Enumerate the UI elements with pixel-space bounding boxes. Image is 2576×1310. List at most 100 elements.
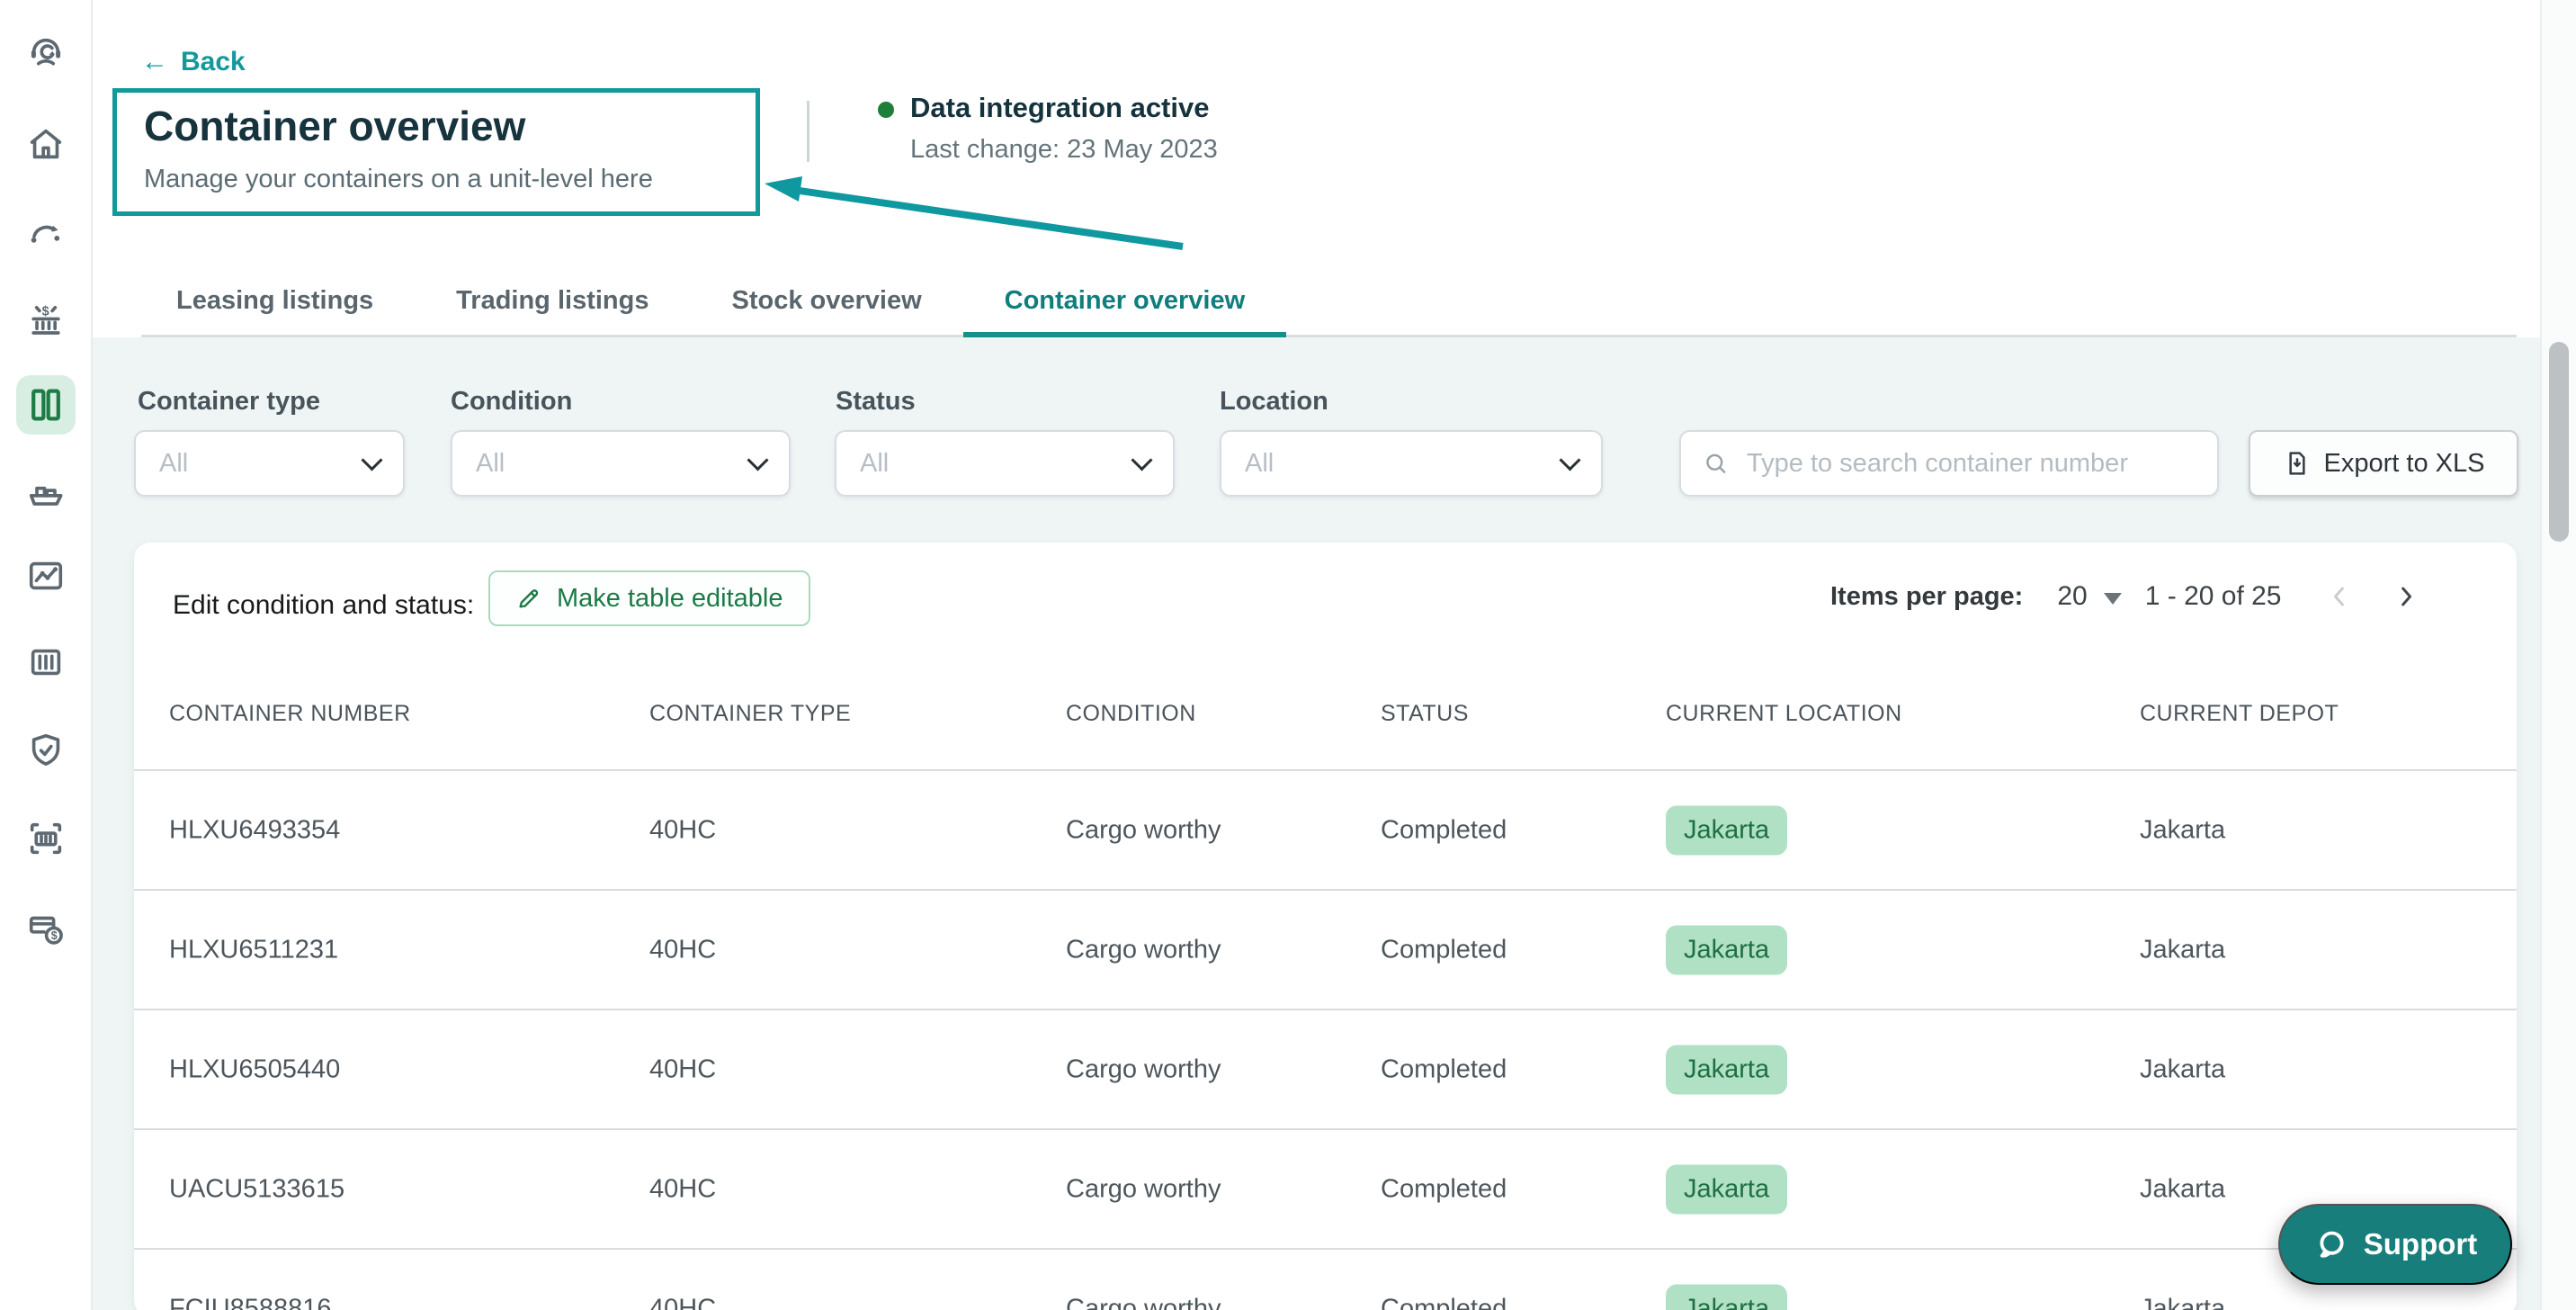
- location-badge: Jakarta: [1666, 925, 1788, 974]
- trading-marketplace-icon[interactable]: $: [16, 291, 76, 350]
- back-link[interactable]: ← Back: [141, 47, 246, 77]
- tab-stock-overview[interactable]: Stock overview: [690, 270, 962, 337]
- annotation-arrow: [765, 176, 1184, 250]
- cell-status: Completed: [1381, 1174, 1507, 1203]
- cell-status: Completed: [1381, 1294, 1507, 1310]
- sidebar: $ $: [0, 0, 93, 1310]
- status-select[interactable]: All: [835, 430, 1175, 497]
- tab-bar: Leasing listings Trading listings Stock …: [135, 270, 1287, 337]
- container-type-select[interactable]: All: [134, 430, 405, 497]
- next-page-button[interactable]: [2390, 580, 2422, 613]
- search-icon: [1706, 453, 1726, 473]
- location-select[interactable]: All: [1220, 430, 1603, 497]
- cell-current-depot: Jakarta: [2140, 1054, 2226, 1083]
- table-row: HLXU6505440 40HC Cargo worthy Completed …: [134, 1010, 2517, 1130]
- cell-container-type: 40HC: [649, 935, 717, 964]
- make-table-editable-button[interactable]: Make table editable: [488, 570, 810, 626]
- scrollbar-thumb[interactable]: [2549, 342, 2569, 542]
- export-to-xls-button[interactable]: Export to XLS: [2249, 430, 2518, 497]
- location-badge: Jakarta: [1666, 1045, 1788, 1094]
- page-size-caret-icon[interactable]: [2103, 592, 2122, 605]
- cell-condition: Cargo worthy: [1066, 815, 1221, 844]
- cell-container-type: 40HC: [649, 1054, 717, 1083]
- items-per-page-label: Items per page:: [1830, 581, 2024, 611]
- table-row: HLXU6493354 40HC Cargo worthy Completed …: [134, 771, 2517, 891]
- billing-card-icon[interactable]: $: [16, 899, 76, 958]
- tab-leasing-listings[interactable]: Leasing listings: [135, 270, 415, 337]
- svg-text:$: $: [50, 929, 57, 942]
- cell-container-number: UACU5133615: [169, 1174, 345, 1203]
- container-scan-icon[interactable]: [16, 809, 76, 868]
- previous-page-button[interactable]: [2323, 580, 2356, 613]
- col-current-depot: CURRENT DEPOT: [2140, 701, 2339, 726]
- table-row: FCIU8588816 40HC Cargo worthy Completed …: [134, 1250, 2517, 1310]
- support-button[interactable]: Support: [2278, 1204, 2512, 1285]
- cell-status: Completed: [1381, 815, 1507, 844]
- cell-status: Completed: [1381, 1054, 1507, 1083]
- cell-container-number: HLXU6493354: [169, 815, 341, 844]
- integration-last-change: Last change: 23 May 2023: [910, 135, 1218, 164]
- cell-container-number: HLXU6505440: [169, 1054, 341, 1083]
- container-table-card: Edit condition and status: Make table ed…: [134, 543, 2517, 1310]
- page-title: Container overview: [144, 103, 526, 149]
- svg-text:$: $: [41, 305, 49, 319]
- chevron-down-icon: [747, 448, 769, 471]
- location-badge: Jakarta: [1666, 1164, 1788, 1214]
- scrollbar-track: [2540, 0, 2576, 1310]
- export-label: Export to XLS: [2323, 448, 2485, 478]
- table-row: HLXU6511231 40HC Cargo worthy Completed …: [134, 891, 2517, 1010]
- make-table-editable-label: Make table editable: [557, 583, 783, 613]
- filter-label-condition: Condition: [451, 387, 573, 416]
- col-status: STATUS: [1381, 701, 1469, 726]
- cell-container-number: HLXU6511231: [169, 935, 339, 964]
- cell-container-type: 40HC: [649, 815, 717, 844]
- tab-trading-listings[interactable]: Trading listings: [415, 270, 690, 337]
- cell-container-type: 40HC: [649, 1174, 717, 1203]
- table-row: UACU5133615 40HC Cargo worthy Completed …: [134, 1130, 2517, 1250]
- vessel-icon[interactable]: [16, 463, 76, 523]
- cell-current-depot: Jakarta: [2140, 815, 2226, 844]
- redo-arrow-icon[interactable]: [16, 202, 76, 262]
- cell-current-depot: Jakarta: [2140, 1174, 2226, 1203]
- container-type-value: All: [159, 448, 189, 478]
- support-agent-icon[interactable]: [16, 24, 76, 84]
- cell-container-type: 40HC: [649, 1294, 717, 1310]
- cell-condition: Cargo worthy: [1066, 1294, 1221, 1310]
- cell-current-depot: Jakarta: [2140, 935, 2226, 964]
- tab-container-overview[interactable]: Container overview: [962, 270, 1287, 337]
- home-icon[interactable]: [16, 114, 76, 174]
- cell-condition: Cargo worthy: [1066, 1054, 1221, 1083]
- back-label: Back: [181, 47, 246, 76]
- cell-condition: Cargo worthy: [1066, 935, 1221, 964]
- status-value: All: [860, 448, 890, 478]
- condition-select[interactable]: All: [451, 430, 791, 497]
- pagination: Items per page: 20 1 - 20 of 25: [1830, 575, 2422, 618]
- header-divider: [807, 101, 809, 162]
- filter-label-container-type: Container type: [138, 387, 321, 416]
- cell-condition: Cargo worthy: [1066, 1174, 1221, 1203]
- support-label: Support: [2363, 1227, 2478, 1261]
- page: $ $ ← Back Container overview Manage you…: [0, 0, 2576, 1310]
- back-arrow-icon: ←: [141, 47, 168, 76]
- col-container-type: CONTAINER TYPE: [649, 701, 852, 726]
- chevron-down-icon: [1559, 448, 1581, 471]
- insights-chart-icon[interactable]: [16, 546, 76, 606]
- page-subtitle: Manage your containers on a unit-level h…: [144, 165, 653, 193]
- page-range: 1 - 20 of 25: [2144, 581, 2282, 611]
- search-box: [1679, 430, 2219, 497]
- cell-container-number: FCIU8588816: [169, 1294, 332, 1310]
- integration-status-dot: [878, 102, 894, 118]
- edit-condition-label: Edit condition and status:: [173, 590, 475, 620]
- containers-icon[interactable]: [15, 375, 76, 435]
- shield-check-icon[interactable]: [16, 721, 76, 780]
- condition-value: All: [476, 448, 505, 478]
- chevron-left-icon: [2333, 587, 2344, 606]
- location-value: All: [1245, 448, 1275, 478]
- container-front-icon[interactable]: [16, 633, 76, 692]
- chevron-down-icon: [1131, 448, 1153, 471]
- location-badge: Jakarta: [1666, 805, 1788, 855]
- integration-status: Data integration active: [910, 92, 1210, 123]
- page-size-value[interactable]: 20: [2057, 581, 2087, 612]
- search-input[interactable]: [1745, 447, 2196, 480]
- cell-current-depot: Jakarta: [2140, 1294, 2226, 1310]
